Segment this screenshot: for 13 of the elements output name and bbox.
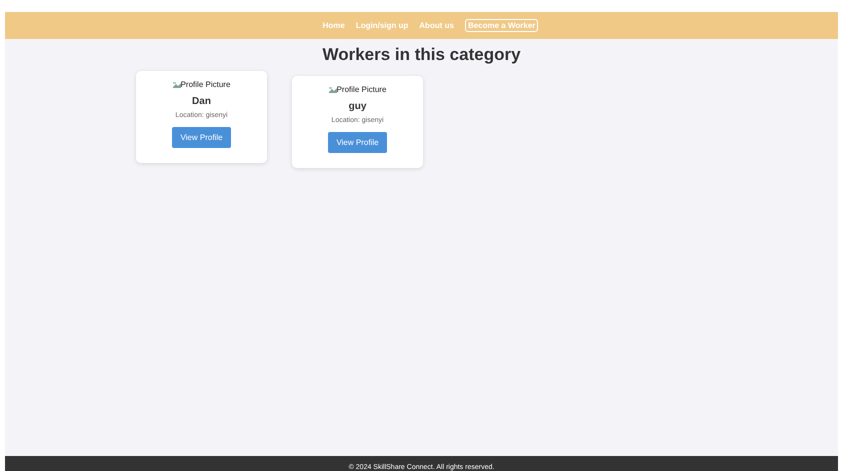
view-profile-button[interactable]: View Profile (172, 127, 231, 148)
nav-link[interactable]: About us (419, 21, 454, 30)
become-worker-link[interactable]: Become a Worker (464, 19, 538, 32)
nav-link[interactable]: Login/sign up (356, 21, 408, 30)
view-profile-button[interactable]: View Profile (328, 132, 387, 153)
page-heading: Workers in this category (321, 45, 522, 65)
nav-link[interactable]: Home (322, 21, 345, 30)
broken-image-icon (328, 86, 337, 92)
worker-name: Dan (192, 96, 211, 107)
image-alt-text: Profile Picture (336, 85, 386, 94)
worker-name: guy (348, 101, 366, 112)
broken-image-icon (172, 82, 181, 88)
image-alt-text: Profile Picture (180, 80, 230, 89)
